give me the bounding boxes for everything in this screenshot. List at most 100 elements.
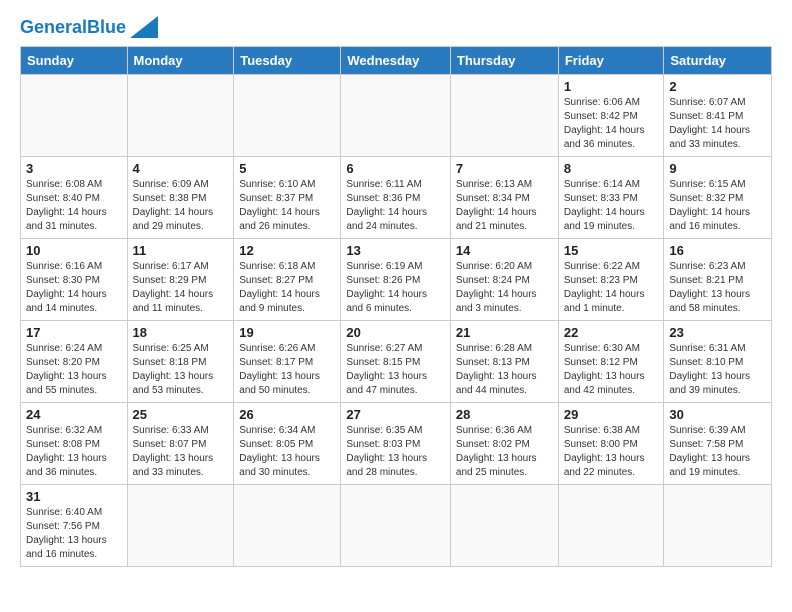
day-info: Sunrise: 6:19 AM Sunset: 8:26 PM Dayligh…	[346, 260, 445, 316]
day-number: 25	[133, 407, 229, 422]
calendar-cell	[558, 485, 664, 567]
day-number: 8	[564, 161, 659, 176]
day-number: 28	[456, 407, 553, 422]
day-info: Sunrise: 6:25 AM Sunset: 8:18 PM Dayligh…	[133, 342, 229, 398]
calendar-cell	[450, 75, 558, 157]
header: GeneralBlue	[20, 16, 772, 38]
day-number: 7	[456, 161, 553, 176]
day-info: Sunrise: 6:24 AM Sunset: 8:20 PM Dayligh…	[26, 342, 122, 398]
day-header-friday: Friday	[558, 47, 664, 75]
calendar-cell: 20 Sunrise: 6:27 AM Sunset: 8:15 PM Dayli…	[341, 321, 451, 403]
calendar-cell: 21 Sunrise: 6:28 AM Sunset: 8:13 PM Dayli…	[450, 321, 558, 403]
day-number: 29	[564, 407, 659, 422]
calendar-cell: 16Sunrise: 6:23 AM Sunset: 8:21 PM Dayli…	[664, 239, 772, 321]
calendar-cell	[341, 75, 451, 157]
week-row-4: 17 Sunrise: 6:24 AM Sunset: 8:20 PM Dayli…	[21, 321, 772, 403]
calendar-cell	[234, 485, 341, 567]
day-info: Sunrise: 6:35 AM Sunset: 8:03 PM Dayligh…	[346, 424, 445, 480]
day-number: 15	[564, 243, 659, 258]
calendar-cell	[21, 75, 128, 157]
day-number: 2	[669, 79, 766, 94]
calendar-cell	[234, 75, 341, 157]
day-number: 22	[564, 325, 659, 340]
day-info: Sunrise: 6:32 AM Sunset: 8:08 PM Dayligh…	[26, 424, 122, 480]
day-info: Sunrise: 6:28 AM Sunset: 8:13 PM Dayligh…	[456, 342, 553, 398]
day-header-tuesday: Tuesday	[234, 47, 341, 75]
calendar-cell: 4 Sunrise: 6:09 AM Sunset: 8:38 PM Daylig…	[127, 157, 234, 239]
calendar-cell: 17 Sunrise: 6:24 AM Sunset: 8:20 PM Dayli…	[21, 321, 128, 403]
calendar: SundayMondayTuesdayWednesdayThursdayFrid…	[20, 46, 772, 567]
day-number: 14	[456, 243, 553, 258]
week-row-5: 24 Sunrise: 6:32 AM Sunset: 8:08 PM Dayli…	[21, 403, 772, 485]
header-row: SundayMondayTuesdayWednesdayThursdayFrid…	[21, 47, 772, 75]
day-info: Sunrise: 6:14 AM Sunset: 8:33 PM Dayligh…	[564, 178, 659, 234]
calendar-cell: 8 Sunrise: 6:14 AM Sunset: 8:33 PM Daylig…	[558, 157, 664, 239]
day-info: Sunrise: 6:08 AM Sunset: 8:40 PM Dayligh…	[26, 178, 122, 234]
week-row-6: 31Sunrise: 6:40 AM Sunset: 7:56 PM Dayli…	[21, 485, 772, 567]
day-number: 18	[133, 325, 229, 340]
calendar-cell: 6Sunrise: 6:11 AM Sunset: 8:36 PM Daylig…	[341, 157, 451, 239]
calendar-cell	[127, 485, 234, 567]
day-number: 26	[239, 407, 335, 422]
day-header-saturday: Saturday	[664, 47, 772, 75]
day-number: 21	[456, 325, 553, 340]
day-number: 1	[564, 79, 659, 94]
calendar-header: SundayMondayTuesdayWednesdayThursdayFrid…	[21, 47, 772, 75]
day-number: 17	[26, 325, 122, 340]
calendar-cell	[127, 75, 234, 157]
day-header-monday: Monday	[127, 47, 234, 75]
day-info: Sunrise: 6:09 AM Sunset: 8:38 PM Dayligh…	[133, 178, 229, 234]
calendar-cell: 25 Sunrise: 6:33 AM Sunset: 8:07 PM Dayli…	[127, 403, 234, 485]
day-info: Sunrise: 6:10 AM Sunset: 8:37 PM Dayligh…	[239, 178, 335, 234]
week-row-2: 3 Sunrise: 6:08 AM Sunset: 8:40 PM Daylig…	[21, 157, 772, 239]
calendar-cell: 12Sunrise: 6:18 AM Sunset: 8:27 PM Dayli…	[234, 239, 341, 321]
calendar-cell: 31Sunrise: 6:40 AM Sunset: 7:56 PM Dayli…	[21, 485, 128, 567]
calendar-cell: 18 Sunrise: 6:25 AM Sunset: 8:18 PM Dayli…	[127, 321, 234, 403]
calendar-cell: 28Sunrise: 6:36 AM Sunset: 8:02 PM Dayli…	[450, 403, 558, 485]
day-info: Sunrise: 6:11 AM Sunset: 8:36 PM Dayligh…	[346, 178, 445, 234]
day-info: Sunrise: 6:38 AM Sunset: 8:00 PM Dayligh…	[564, 424, 659, 480]
day-header-thursday: Thursday	[450, 47, 558, 75]
day-number: 3	[26, 161, 122, 176]
day-info: Sunrise: 6:33 AM Sunset: 8:07 PM Dayligh…	[133, 424, 229, 480]
day-info: Sunrise: 6:17 AM Sunset: 8:29 PM Dayligh…	[133, 260, 229, 316]
day-number: 4	[133, 161, 229, 176]
day-info: Sunrise: 6:39 AM Sunset: 7:58 PM Dayligh…	[669, 424, 766, 480]
day-number: 20	[346, 325, 445, 340]
calendar-cell: 26 Sunrise: 6:34 AM Sunset: 8:05 PM Dayli…	[234, 403, 341, 485]
calendar-cell	[341, 485, 451, 567]
calendar-cell: 1 Sunrise: 6:06 AM Sunset: 8:42 PM Daylig…	[558, 75, 664, 157]
day-number: 11	[133, 243, 229, 258]
logo-icon	[130, 16, 158, 38]
calendar-cell: 23 Sunrise: 6:31 AM Sunset: 8:10 PM Dayli…	[664, 321, 772, 403]
day-header-wednesday: Wednesday	[341, 47, 451, 75]
day-number: 5	[239, 161, 335, 176]
calendar-cell: 5 Sunrise: 6:10 AM Sunset: 8:37 PM Daylig…	[234, 157, 341, 239]
day-info: Sunrise: 6:16 AM Sunset: 8:30 PM Dayligh…	[26, 260, 122, 316]
day-info: Sunrise: 6:31 AM Sunset: 8:10 PM Dayligh…	[669, 342, 766, 398]
calendar-cell: 7 Sunrise: 6:13 AM Sunset: 8:34 PM Daylig…	[450, 157, 558, 239]
week-row-3: 10 Sunrise: 6:16 AM Sunset: 8:30 PM Dayli…	[21, 239, 772, 321]
day-info: Sunrise: 6:34 AM Sunset: 8:05 PM Dayligh…	[239, 424, 335, 480]
calendar-cell: 11 Sunrise: 6:17 AM Sunset: 8:29 PM Dayli…	[127, 239, 234, 321]
day-info: Sunrise: 6:40 AM Sunset: 7:56 PM Dayligh…	[26, 506, 122, 562]
calendar-cell: 9Sunrise: 6:15 AM Sunset: 8:32 PM Daylig…	[664, 157, 772, 239]
day-header-sunday: Sunday	[21, 47, 128, 75]
day-info: Sunrise: 6:27 AM Sunset: 8:15 PM Dayligh…	[346, 342, 445, 398]
day-number: 19	[239, 325, 335, 340]
calendar-cell: 27 Sunrise: 6:35 AM Sunset: 8:03 PM Dayli…	[341, 403, 451, 485]
day-number: 24	[26, 407, 122, 422]
day-number: 27	[346, 407, 445, 422]
calendar-cell: 10 Sunrise: 6:16 AM Sunset: 8:30 PM Dayli…	[21, 239, 128, 321]
calendar-cell	[450, 485, 558, 567]
day-info: Sunrise: 6:13 AM Sunset: 8:34 PM Dayligh…	[456, 178, 553, 234]
day-info: Sunrise: 6:20 AM Sunset: 8:24 PM Dayligh…	[456, 260, 553, 316]
day-number: 23	[669, 325, 766, 340]
calendar-cell: 29 Sunrise: 6:38 AM Sunset: 8:00 PM Dayli…	[558, 403, 664, 485]
day-info: Sunrise: 6:06 AM Sunset: 8:42 PM Dayligh…	[564, 96, 659, 152]
calendar-cell: 19Sunrise: 6:26 AM Sunset: 8:17 PM Dayli…	[234, 321, 341, 403]
day-info: Sunrise: 6:07 AM Sunset: 8:41 PM Dayligh…	[669, 96, 766, 152]
day-number: 10	[26, 243, 122, 258]
calendar-cell: 14 Sunrise: 6:20 AM Sunset: 8:24 PM Dayli…	[450, 239, 558, 321]
day-info: Sunrise: 6:30 AM Sunset: 8:12 PM Dayligh…	[564, 342, 659, 398]
